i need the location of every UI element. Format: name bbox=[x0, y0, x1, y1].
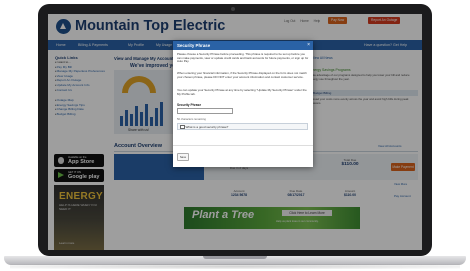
modal-header: Security Phrase × bbox=[173, 41, 313, 50]
laptop-shadow bbox=[10, 264, 460, 269]
close-icon[interactable]: × bbox=[307, 41, 310, 50]
modal-divider bbox=[173, 145, 313, 146]
webcam-icon bbox=[231, 7, 235, 11]
security-phrase-modal: Security Phrase × Please choose a Securi… bbox=[173, 41, 313, 167]
expand-checkbox-icon[interactable] bbox=[180, 124, 185, 130]
good-phrase-text: What is a good security phrase? bbox=[185, 125, 229, 129]
screen: Mountain Top Electric Log Out Home Help … bbox=[48, 14, 422, 250]
modal-paragraph-1: Please choose a Security Phrase before p… bbox=[177, 52, 309, 64]
character-count-help: 50 characters remaining bbox=[177, 118, 206, 121]
modal-title: Security Phrase bbox=[177, 43, 211, 48]
good-phrase-expander[interactable]: What is a good security phrase? bbox=[177, 123, 308, 130]
security-phrase-input[interactable] bbox=[177, 108, 233, 114]
save-button[interactable]: Save bbox=[177, 153, 189, 161]
laptop-notch bbox=[203, 256, 267, 259]
modal-paragraph-2: When entering your financial information… bbox=[177, 71, 307, 79]
security-phrase-label: Security Phrase bbox=[177, 103, 202, 107]
modal-paragraph-3: You can update your Security Phrase at a… bbox=[177, 88, 307, 96]
